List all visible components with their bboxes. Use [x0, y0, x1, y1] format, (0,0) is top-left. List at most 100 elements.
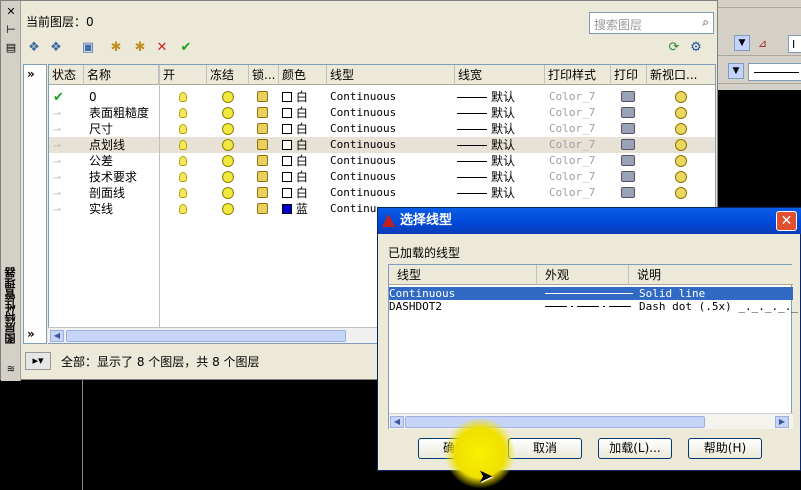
lock-icon[interactable]	[257, 169, 273, 185]
cancel-button[interactable]: 取消	[508, 438, 582, 459]
grip-icon[interactable]: ≋	[4, 363, 18, 377]
layer-linetype[interactable]: Continuous	[330, 153, 450, 169]
close-icon[interactable]: ✕	[4, 5, 18, 19]
layer-row[interactable]: ⇀ 表面粗糙度 白 Continuous 默认 Color_7	[49, 105, 715, 121]
freeze-sun-icon[interactable]	[222, 185, 238, 201]
lineweight-combo[interactable]	[748, 63, 801, 81]
lock-icon[interactable]	[257, 153, 273, 169]
delete-layer-icon[interactable]: ✕	[153, 39, 171, 57]
layer-color[interactable]: 白	[282, 137, 322, 153]
expand-icon[interactable]: »	[27, 67, 35, 81]
col-color[interactable]: 颜色	[279, 65, 327, 85]
col-plot-style[interactable]: 打印样式	[545, 65, 611, 85]
layer-color[interactable]: 白	[282, 89, 322, 105]
layer-status-icon[interactable]: ⇀	[53, 121, 73, 137]
new-layer-vp-frozen-icon[interactable]: ✱	[131, 39, 149, 57]
layer-status-icon[interactable]: ⇀	[53, 169, 73, 185]
freeze-sun-icon[interactable]	[222, 121, 238, 137]
layer-linetype[interactable]: Continuous	[330, 185, 450, 201]
lock-icon[interactable]	[257, 201, 273, 217]
bulb-icon[interactable]	[179, 137, 193, 153]
bulb-icon[interactable]	[179, 121, 193, 137]
dialog-horizontal-scrollbar[interactable]: ◀ ▶	[389, 413, 793, 429]
layer-color[interactable]: 白	[282, 153, 322, 169]
scroll-left-icon[interactable]: ◀	[390, 416, 404, 428]
col-status[interactable]: 状态	[49, 65, 84, 85]
col-lineweight[interactable]: 线宽	[455, 65, 545, 85]
bulb-icon[interactable]	[179, 153, 193, 169]
horizontal-scrollbar[interactable]: ◀	[48, 327, 378, 343]
vp-freeze-icon[interactable]	[675, 185, 691, 201]
lock-icon[interactable]	[257, 185, 273, 201]
dialog-title-bar[interactable]: 选择线型	[378, 208, 801, 234]
search-layer-input[interactable]: 搜索图层 ⌕	[589, 12, 714, 34]
new-group-filter-icon[interactable]: ❖	[47, 39, 65, 57]
layer-row[interactable]: ✔ 0 白 Continuous 默认 Color_7	[49, 89, 715, 105]
col-name[interactable]: 名称	[84, 65, 159, 85]
layer-row[interactable]: ⇀ 技术要求 白 Continuous 默认 Color_7	[49, 169, 715, 185]
lock-icon[interactable]	[257, 105, 273, 121]
layer-lineweight[interactable]: 默认	[457, 153, 543, 169]
layer-row[interactable]: ⇀ 剖面线 白 Continuous 默认 Color_7	[49, 185, 715, 201]
load-button[interactable]: 加载(L)...	[598, 438, 672, 459]
layer-states-icon[interactable]: ▣	[79, 39, 97, 57]
vp-freeze-icon[interactable]	[675, 137, 691, 153]
layer-linetype[interactable]: Continuous	[330, 169, 450, 185]
vp-freeze-icon[interactable]	[675, 121, 691, 137]
properties-icon[interactable]: ▤	[4, 41, 18, 55]
expand-icon[interactable]: »	[27, 327, 35, 341]
printer-icon[interactable]	[621, 105, 637, 121]
scrollbar-thumb[interactable]	[405, 416, 705, 428]
search-icon[interactable]: ⌕	[702, 15, 709, 30]
vp-freeze-icon[interactable]	[675, 89, 691, 105]
layer-color[interactable]: 蓝	[282, 201, 322, 217]
vp-freeze-icon[interactable]	[675, 169, 691, 185]
layer-linetype[interactable]: Continuous	[330, 89, 450, 105]
linetype-row[interactable]: Continuous Solid line	[389, 287, 793, 300]
settings-icon[interactable]: ⚙	[687, 39, 705, 57]
layer-lineweight[interactable]: 默认	[457, 137, 543, 153]
freeze-sun-icon[interactable]	[222, 169, 238, 185]
scroll-right-icon[interactable]: ▶	[775, 416, 789, 428]
vp-freeze-icon[interactable]	[675, 153, 691, 169]
close-button[interactable]: ✕	[776, 211, 797, 231]
lineweight-icon[interactable]: ⊿	[758, 36, 778, 52]
filter-icon[interactable]: ▸▾	[25, 352, 51, 370]
layer-color[interactable]: 白	[282, 105, 322, 121]
layer-lineweight[interactable]: 默认	[457, 185, 543, 201]
linetype-row[interactable]: DASHDOT2 Dash dot (.5x) _._._._._	[389, 300, 798, 313]
lock-icon[interactable]	[257, 137, 273, 153]
layer-linetype[interactable]: Continuous	[330, 121, 450, 137]
set-current-icon[interactable]: ✔	[177, 39, 195, 57]
freeze-sun-icon[interactable]	[222, 153, 238, 169]
filter-tree-pane[interactable]: » »	[23, 64, 47, 344]
bulb-icon[interactable]	[179, 185, 193, 201]
lock-icon[interactable]	[257, 89, 273, 105]
col-on[interactable]: 开	[159, 65, 207, 85]
printer-icon[interactable]	[621, 137, 637, 153]
col-plot[interactable]: 打印	[611, 65, 647, 85]
layer-row[interactable]: ⇀ 公差 白 Continuous 默认 Color_7	[49, 153, 715, 169]
vp-freeze-icon[interactable]	[675, 105, 691, 121]
freeze-sun-icon[interactable]	[222, 201, 238, 217]
layer-lineweight[interactable]: 默认	[457, 169, 543, 185]
printer-icon[interactable]	[621, 89, 637, 105]
col-linetype[interactable]: 线型	[327, 65, 455, 85]
current-check-icon[interactable]: ✔	[53, 89, 73, 105]
layer-color[interactable]: 白	[282, 121, 322, 137]
col-new-vp-freeze[interactable]: 新视口...	[647, 65, 715, 85]
printer-icon[interactable]	[621, 169, 637, 185]
printer-icon[interactable]	[621, 121, 637, 137]
layer-lineweight[interactable]: 默认	[457, 105, 543, 121]
layer-status-icon[interactable]: ⇀	[53, 201, 73, 217]
bulb-icon[interactable]	[179, 201, 193, 217]
refresh-icon[interactable]: ⟳	[665, 39, 683, 57]
scrollbar-thumb[interactable]	[66, 330, 346, 342]
layer-color[interactable]: 白	[282, 169, 322, 185]
bulb-icon[interactable]	[179, 169, 193, 185]
layer-status-icon[interactable]: ⇀	[53, 105, 73, 121]
scroll-left-icon[interactable]: ◀	[50, 330, 64, 342]
layer-status-icon[interactable]: ⇀	[53, 137, 73, 153]
col-appearance[interactable]: 外观	[537, 265, 629, 285]
new-layer-icon[interactable]: ✱	[107, 39, 125, 57]
